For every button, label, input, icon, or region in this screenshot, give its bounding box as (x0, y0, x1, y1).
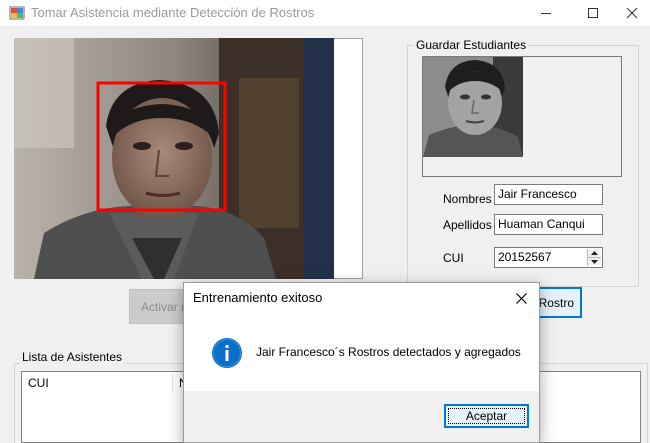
cui-stepper[interactable]: 20152567 (494, 247, 603, 268)
column-header-cui[interactable]: CUI (28, 376, 49, 390)
window-title: Tomar Asistencia mediante Detección de R… (31, 5, 315, 20)
dialog-message: Jair Francesco´s Rostros detectados y ag… (256, 345, 521, 359)
dialog-close-icon (515, 292, 527, 304)
cui-value: 20152567 (498, 250, 552, 264)
minimize-icon (541, 13, 551, 14)
apellidos-value: Huaman Canqui (498, 217, 585, 231)
accept-button[interactable]: Aceptar (444, 404, 529, 428)
camera-margin (334, 38, 363, 279)
close-button[interactable] (612, 0, 650, 26)
close-icon (626, 7, 638, 19)
nombres-field[interactable]: Jair Francesco (494, 184, 603, 205)
apellidos-label: Apellidos (443, 218, 492, 232)
attendance-label: Lista de Asistentes (20, 350, 125, 364)
cui-label: CUI (443, 251, 464, 265)
apellidos-field[interactable]: Huaman Canqui (494, 214, 603, 235)
column-separator[interactable] (172, 374, 173, 392)
title-bar: Tomar Asistencia mediante Detección de R… (0, 0, 650, 26)
app-icon (9, 6, 25, 20)
training-success-dialog: Entrenamiento exitoso Jair Francesco´s R… (183, 282, 540, 443)
dialog-title: Entrenamiento exitoso (193, 290, 323, 305)
spin-down-icon (591, 259, 598, 264)
info-icon (212, 338, 242, 368)
camera-image (14, 38, 334, 279)
nombres-label: Nombres (443, 192, 492, 206)
main-window: Tomar Asistencia mediante Detección de R… (0, 0, 650, 443)
maximize-button[interactable] (573, 0, 613, 26)
spin-up-icon (591, 251, 598, 255)
nombres-value: Jair Francesco (498, 187, 577, 201)
maximize-icon (588, 8, 598, 18)
camera-view (14, 38, 334, 279)
spin-up-button[interactable] (588, 249, 601, 257)
cui-spin-buttons (587, 249, 601, 266)
save-students-label: Guardar Estudiantes (414, 38, 529, 52)
minimize-button[interactable] (526, 0, 566, 26)
spin-down-button[interactable] (588, 257, 601, 265)
student-photo (423, 57, 523, 157)
focus-rect (448, 408, 525, 424)
dialog-footer: Aceptar (184, 391, 539, 442)
dialog-close-button[interactable] (511, 287, 531, 309)
